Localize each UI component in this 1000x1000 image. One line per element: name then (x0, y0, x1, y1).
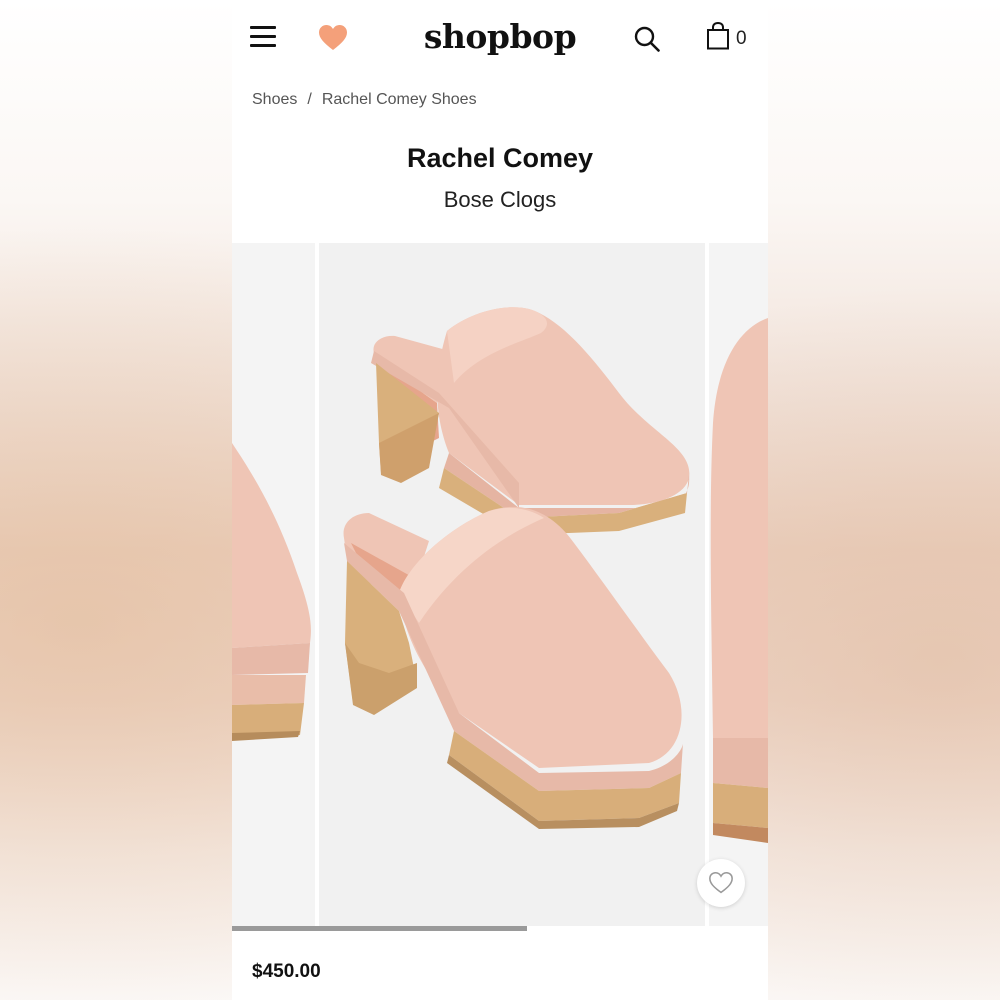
product-image-next[interactable] (709, 243, 768, 928)
breadcrumb: Shoes / Rachel Comey Shoes (252, 91, 477, 109)
carousel-progress-bar (232, 926, 768, 931)
product-brand[interactable]: Rachel Comey (232, 143, 768, 174)
shopbop-logo[interactable]: shopbop (232, 17, 768, 56)
product-price: $450.00 (252, 961, 321, 982)
search-icon[interactable] (634, 26, 660, 52)
product-image-carousel[interactable] (232, 243, 768, 928)
top-navigation: shopbop 0 (232, 0, 768, 76)
add-to-favorites-button[interactable] (697, 859, 745, 907)
product-image-main[interactable] (319, 243, 705, 928)
shopping-bag-icon[interactable] (706, 22, 730, 50)
bag-count: 0 (736, 28, 747, 49)
breadcrumb-separator: / (307, 91, 312, 108)
carousel-progress-fill (232, 926, 527, 931)
heart-outline-icon (709, 871, 733, 894)
breadcrumb-shoes[interactable]: Shoes (252, 91, 297, 108)
breadcrumb-rachel-comey-shoes[interactable]: Rachel Comey Shoes (322, 91, 477, 108)
product-image-previous[interactable] (232, 243, 315, 928)
product-page: shopbop 0 Shoes / Rachel Comey Shoes Rache… (232, 0, 768, 1000)
product-name: Bose Clogs (443, 187, 557, 212)
